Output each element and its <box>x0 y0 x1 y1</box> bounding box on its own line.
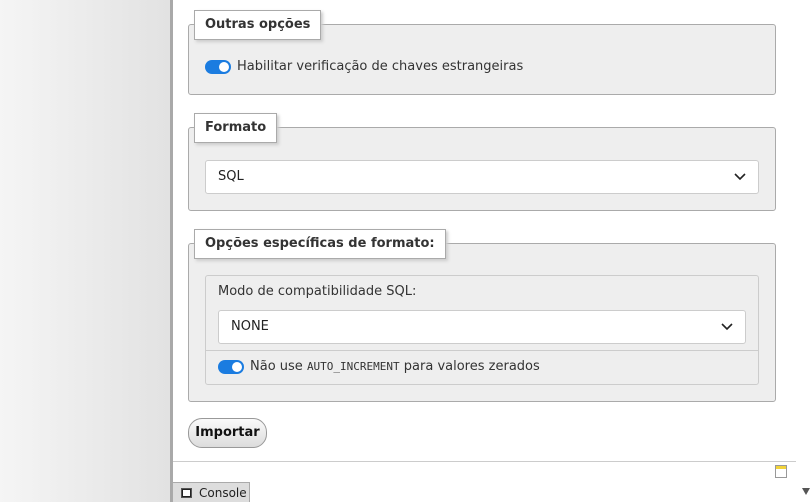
compat-mode-label: Modo de compatibilidade SQL: <box>218 284 417 299</box>
notepad-icon[interactable] <box>775 465 787 478</box>
vertical-scrollbar[interactable] <box>796 0 812 502</box>
scroll-down-arrow-icon[interactable] <box>802 488 810 495</box>
console-tab[interactable]: Console <box>172 482 250 502</box>
auto-increment-suffix: para valores zerados <box>403 359 540 374</box>
auto-increment-code: AUTO_INCREMENT <box>306 360 400 373</box>
compat-mode-select[interactable]: NONE <box>218 310 746 344</box>
console-divider <box>173 461 796 462</box>
compat-mode-select-value: NONE <box>231 319 269 334</box>
auto-increment-label[interactable]: Não use AUTO_INCREMENT para valores zera… <box>250 359 540 374</box>
toggle-knob <box>219 62 229 72</box>
divider <box>206 350 758 351</box>
chevron-down-icon <box>721 323 733 331</box>
format-select[interactable]: SQL <box>205 160 759 194</box>
fk-check-label[interactable]: Habilitar verificação de chaves estrange… <box>237 59 523 74</box>
format-specific-legend: Opções específicas de formato: <box>194 229 446 259</box>
console-icon <box>181 488 192 498</box>
format-legend: Formato <box>194 113 278 143</box>
toggle-knob <box>232 362 242 372</box>
fk-check-toggle[interactable] <box>205 60 231 74</box>
navigation-panel <box>0 0 170 502</box>
console-tab-label: Console <box>199 486 247 500</box>
other-options-legend: Outras opções <box>194 10 322 40</box>
auto-increment-toggle[interactable] <box>218 360 244 374</box>
auto-increment-prefix: Não use <box>250 359 303 374</box>
chevron-down-icon <box>734 173 746 181</box>
import-button[interactable]: Importar <box>188 418 267 448</box>
format-select-value: SQL <box>218 169 244 184</box>
